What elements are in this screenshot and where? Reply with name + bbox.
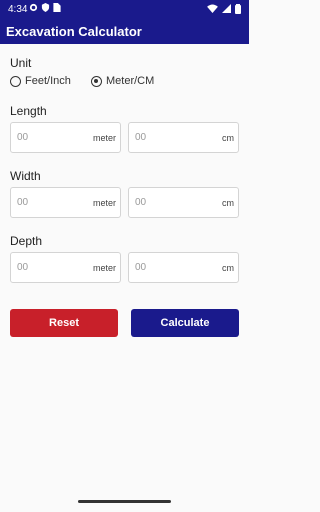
radio-circle-icon [10, 75, 21, 87]
length-label: Length [10, 104, 47, 118]
gear-icon [29, 3, 38, 12]
radio-feet-inch[interactable]: Feet/Inch [10, 75, 71, 87]
width-meter-value: 00 [17, 197, 29, 208]
length-meter-unit: meter [92, 133, 116, 143]
home-indicator[interactable] [78, 500, 171, 503]
battery-icon [235, 4, 241, 14]
length-meter-value: 00 [17, 132, 29, 143]
width-cm-unit: cm [222, 198, 234, 208]
width-cm-value: 00 [135, 197, 147, 208]
unit-label: Unit [10, 56, 32, 70]
width-label: Width [10, 169, 41, 183]
signal-icon [222, 4, 231, 13]
app-title: Excavation Calculator [6, 24, 142, 39]
radio-feet-inch-label: Feet/Inch [25, 75, 71, 87]
depth-cm-field[interactable]: 00 cm [128, 252, 239, 283]
depth-meter-field[interactable]: 00 meter [10, 252, 121, 283]
depth-cm-value: 00 [135, 262, 147, 273]
shield-icon [41, 3, 50, 12]
width-cm-field[interactable]: 00 cm [128, 187, 239, 218]
length-meter-field[interactable]: 00 meter [10, 122, 121, 153]
length-cm-value: 00 [135, 132, 147, 143]
depth-label: Depth [10, 234, 43, 248]
status-notification-icons [29, 3, 61, 12]
length-cm-unit: cm [222, 133, 234, 143]
status-bar: 4:34 [0, 0, 249, 22]
radio-meter-cm[interactable]: Meter/CM [91, 75, 154, 87]
length-cm-field[interactable]: 00 cm [128, 122, 239, 153]
status-system-icons [207, 4, 241, 14]
radio-checked-icon [91, 75, 102, 87]
radio-meter-cm-label: Meter/CM [106, 75, 155, 87]
calculate-button[interactable]: Calculate [131, 309, 239, 337]
width-meter-unit: meter [92, 198, 116, 208]
width-meter-field[interactable]: 00 meter [10, 187, 121, 218]
sim-card-icon [53, 3, 61, 12]
depth-meter-unit: meter [92, 263, 116, 273]
app-bar: Excavation Calculator [0, 22, 249, 44]
depth-meter-value: 00 [17, 262, 29, 273]
depth-cm-unit: cm [222, 263, 234, 273]
status-time: 4:34 [8, 4, 28, 15]
reset-button[interactable]: Reset [10, 309, 118, 337]
wifi-icon [207, 4, 218, 13]
